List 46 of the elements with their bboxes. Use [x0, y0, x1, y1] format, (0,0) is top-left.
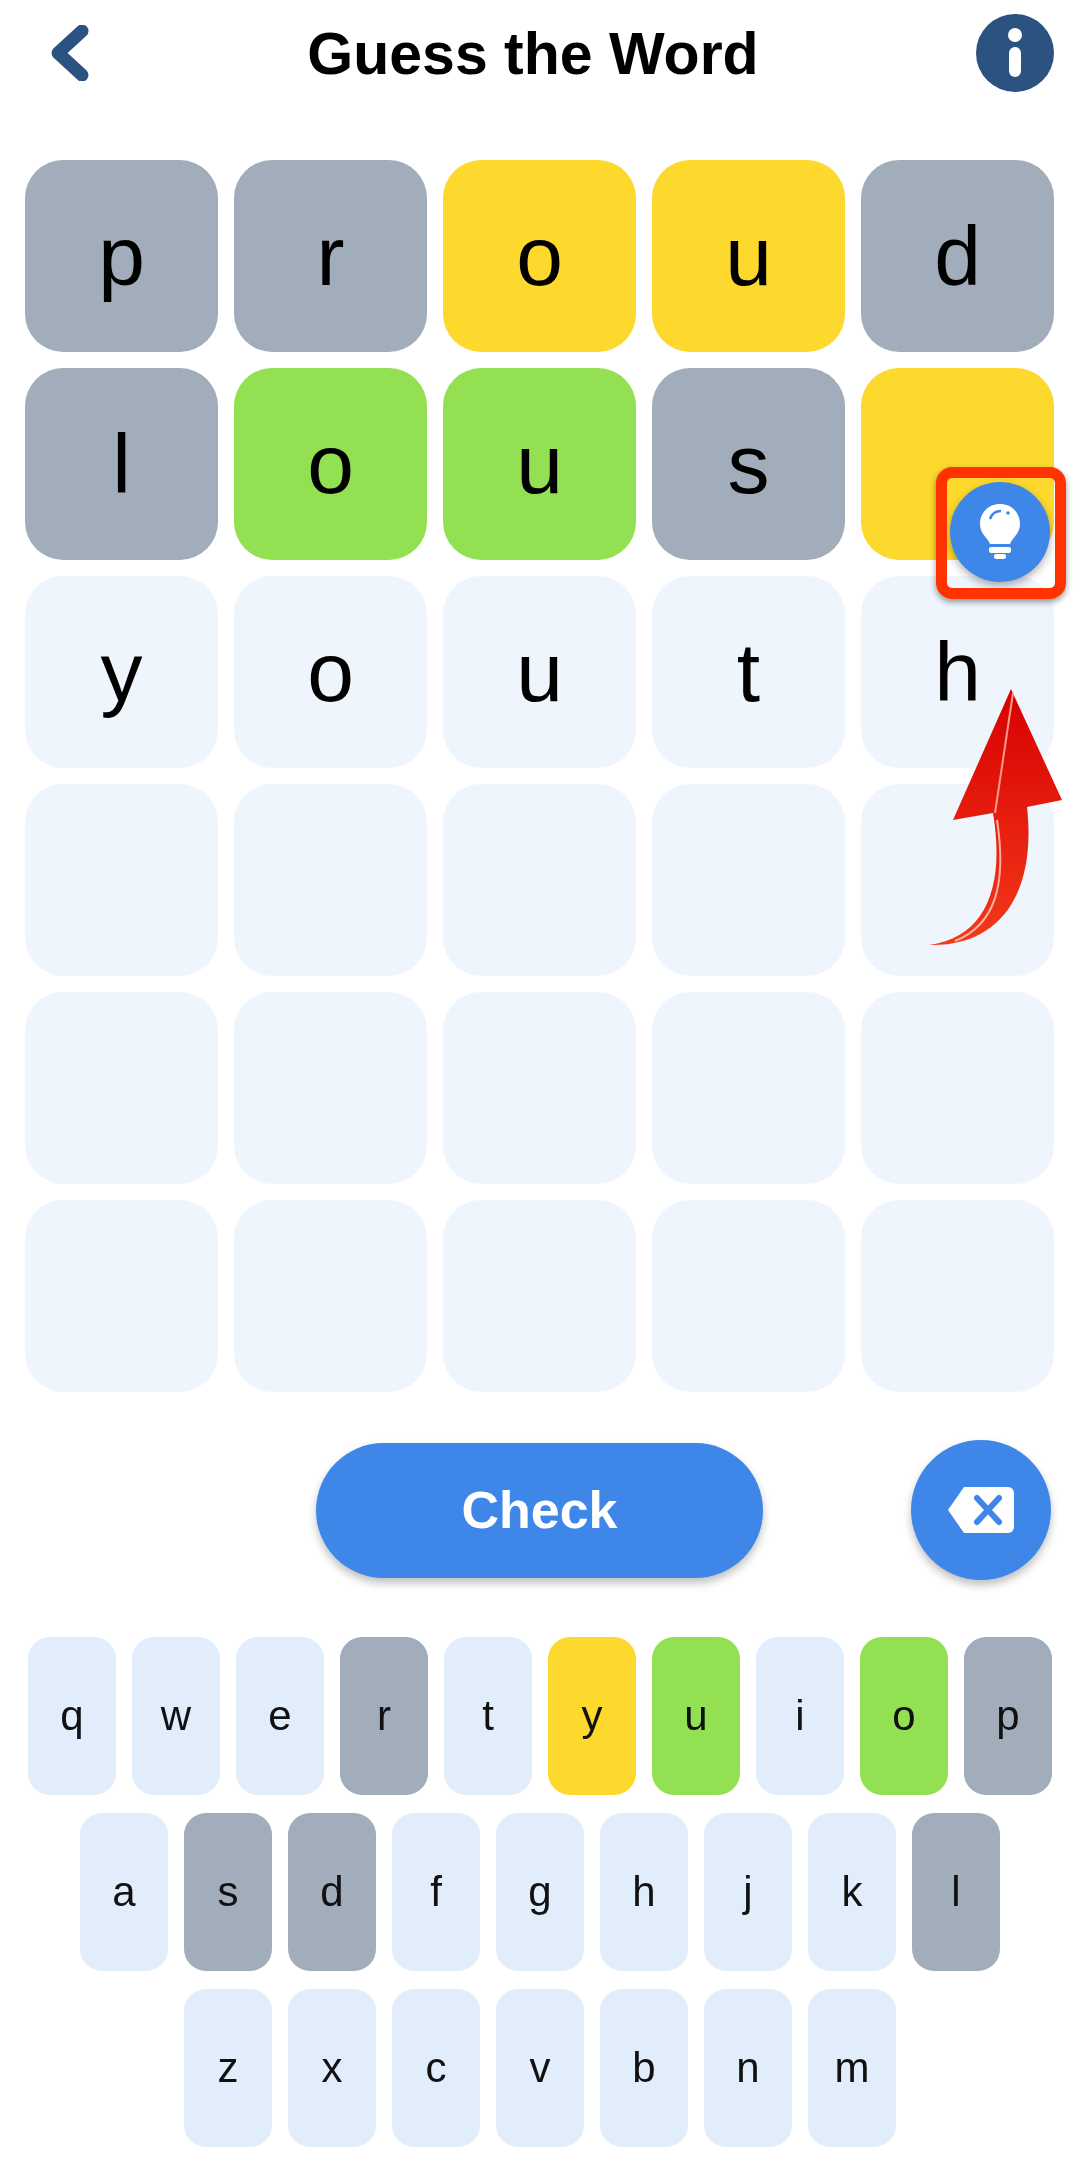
letter-tile: r	[234, 160, 427, 352]
letter-tile: o	[234, 576, 427, 768]
keyboard-key[interactable]: t	[444, 1637, 532, 1795]
letter-tile: d	[861, 160, 1054, 352]
page-title: Guess the Word	[307, 20, 759, 88]
keyboard-key[interactable]: d	[288, 1813, 376, 1971]
keyboard-key[interactable]: y	[548, 1637, 636, 1795]
keyboard-key[interactable]: j	[704, 1813, 792, 1971]
backspace-button[interactable]	[911, 1440, 1051, 1580]
keyboard-key[interactable]: p	[964, 1637, 1052, 1795]
letter-tile: l	[25, 368, 218, 560]
letter-tile: o	[234, 368, 427, 560]
keyboard-key[interactable]: c	[392, 1989, 480, 2147]
letter-tile: o	[443, 160, 636, 352]
keyboard-key[interactable]: r	[340, 1637, 428, 1795]
keyboard-key[interactable]: n	[704, 1989, 792, 2147]
keyboard-key[interactable]: m	[808, 1989, 896, 2147]
backspace-icon	[948, 1487, 1014, 1533]
keyboard-key[interactable]: s	[184, 1813, 272, 1971]
letter-tile: p	[25, 160, 218, 352]
check-button[interactable]: Check	[316, 1442, 763, 1578]
letter-tile: s	[652, 368, 845, 560]
letter-tile: t	[652, 576, 845, 768]
letter-tile: u	[652, 160, 845, 352]
keyboard-key[interactable]: q	[28, 1637, 116, 1795]
keyboard-key[interactable]: w	[132, 1637, 220, 1795]
keyboard-key[interactable]: g	[496, 1813, 584, 1971]
letter-tile: u	[443, 368, 636, 560]
keyboard-key[interactable]: i	[756, 1637, 844, 1795]
keyboard-key[interactable]: k	[808, 1813, 896, 1971]
lightbulb-icon	[980, 504, 1020, 560]
keyboard-key[interactable]: h	[600, 1813, 688, 1971]
letter-tile: u	[443, 576, 636, 768]
keyboard-key[interactable]: x	[288, 1989, 376, 2147]
keyboard-key[interactable]: e	[236, 1637, 324, 1795]
keyboard-key[interactable]: l	[912, 1813, 1000, 1971]
info-button[interactable]	[976, 13, 1054, 95]
keyboard-key[interactable]: a	[80, 1813, 168, 1971]
keyboard-key[interactable]: f	[392, 1813, 480, 1971]
keyboard-key[interactable]: z	[184, 1989, 272, 2147]
keyboard-key[interactable]: b	[600, 1989, 688, 2147]
info-icon	[976, 13, 1054, 92]
keyboard-key[interactable]: v	[496, 1989, 584, 2147]
letter-tile: y	[25, 576, 218, 768]
keyboard-key[interactable]: u	[652, 1637, 740, 1795]
keyboard-key[interactable]: o	[860, 1637, 948, 1795]
